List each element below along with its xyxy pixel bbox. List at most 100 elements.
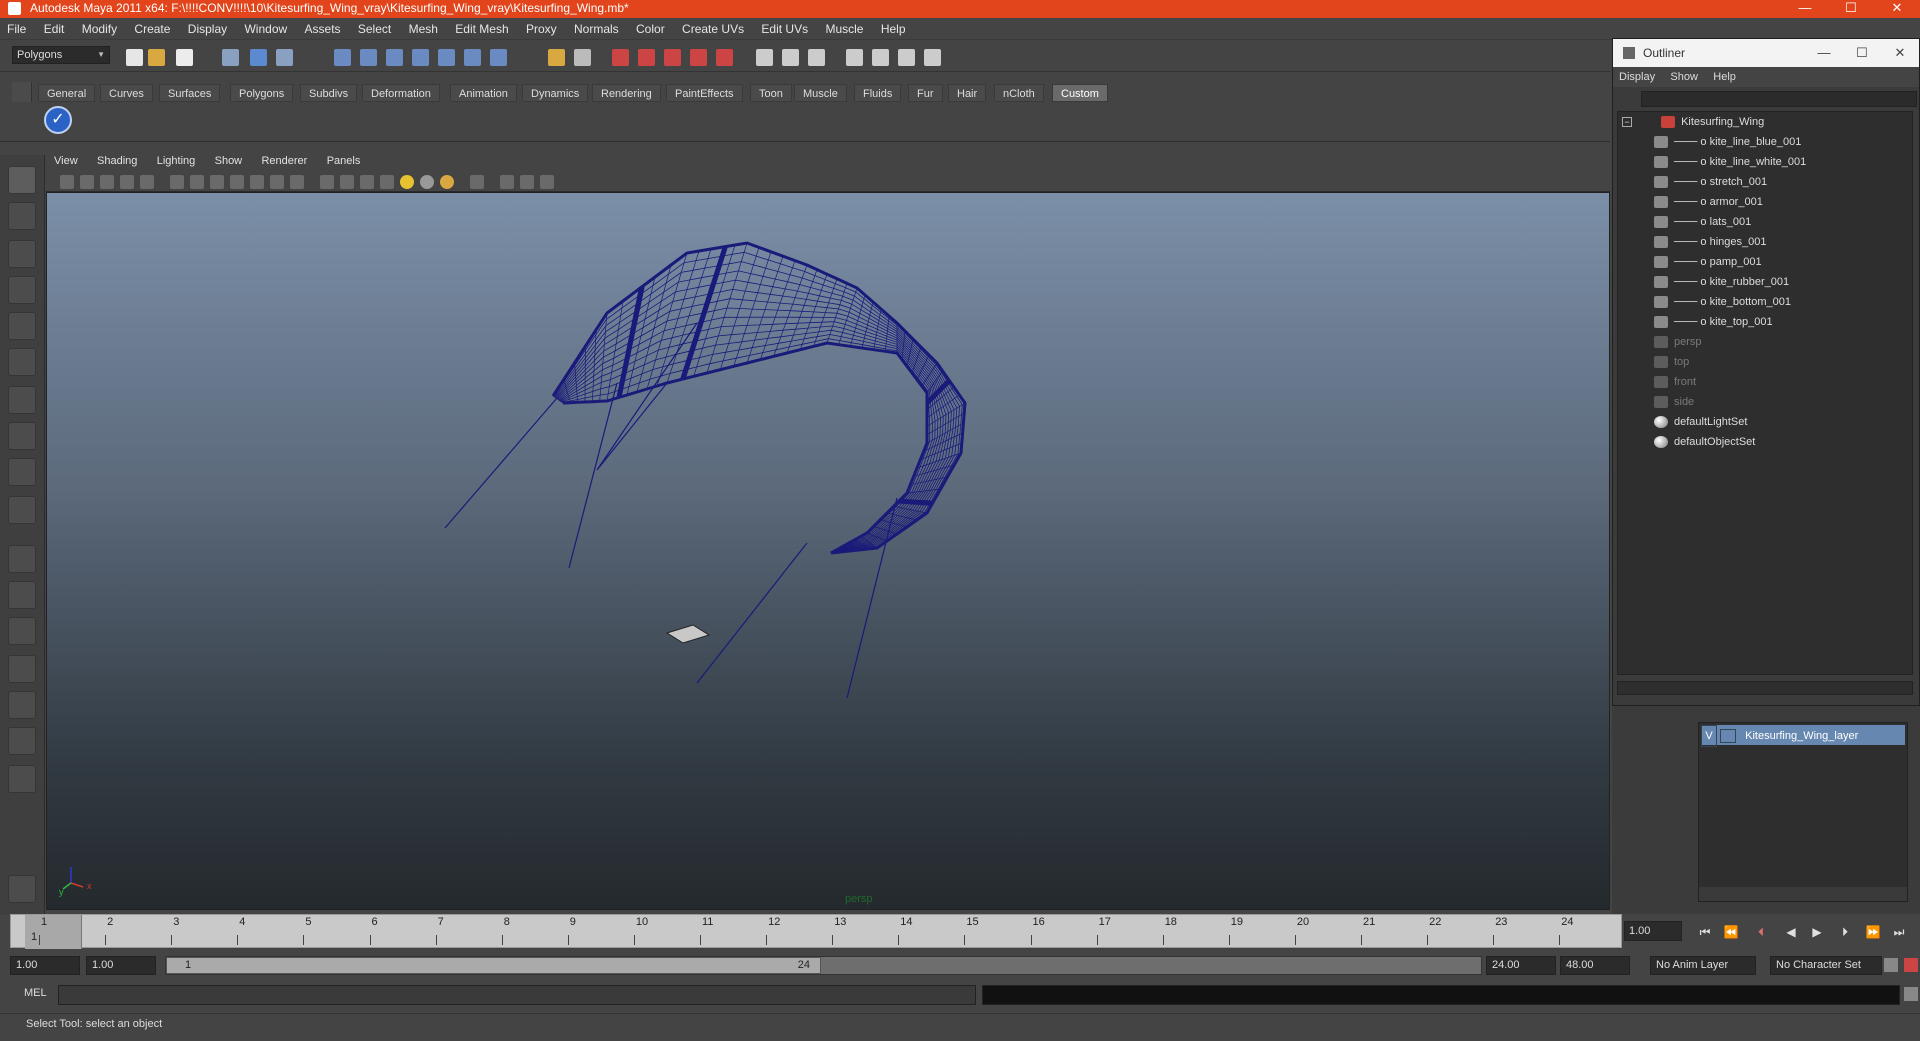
mel-label[interactable]: MEL — [24, 987, 47, 999]
menu-color[interactable]: Color — [629, 18, 672, 40]
tab-surfaces[interactable]: Surfaces — [159, 84, 221, 102]
wireframe-on-shaded-icon[interactable] — [360, 175, 374, 189]
play-backward-icon[interactable]: ◀ — [1782, 924, 1800, 940]
tree-item-set[interactable]: defaultObjectSet — [1654, 432, 1755, 452]
attribute-editor-icon[interactable] — [756, 49, 773, 66]
input-output-icon[interactable] — [574, 49, 591, 66]
two-d-pan-icon[interactable] — [140, 175, 154, 189]
wireframe-icon[interactable] — [320, 175, 334, 189]
snap-point-icon[interactable] — [386, 49, 403, 66]
outliner-minimize-button[interactable]: — — [1805, 39, 1843, 67]
film-gate-icon[interactable] — [190, 175, 204, 189]
tab-deformation[interactable]: Deformation — [362, 84, 440, 102]
tree-item-child[interactable]: ─── o kite_bottom_001 — [1654, 292, 1791, 312]
tab-curves[interactable]: Curves — [100, 84, 153, 102]
collapse-icon[interactable]: − — [1622, 117, 1632, 128]
render-view-icon[interactable] — [716, 49, 733, 66]
tab-fluids[interactable]: Fluids — [854, 84, 902, 102]
script-editor-icon[interactable] — [1904, 987, 1918, 1001]
hypershade-icon[interactable] — [690, 49, 707, 66]
menu-assets[interactable]: Assets — [298, 18, 348, 40]
menu-select[interactable]: Select — [351, 18, 398, 40]
scale-tool-icon[interactable] — [8, 348, 36, 376]
select-object-icon[interactable] — [250, 49, 267, 66]
snap-curve-icon[interactable] — [360, 49, 377, 66]
tab-muscle[interactable]: Muscle — [794, 84, 847, 102]
tree-item-child[interactable]: ─── o pamp_001 — [1654, 252, 1762, 272]
tree-item-camera[interactable]: persp — [1654, 332, 1702, 352]
tab-rendering[interactable]: Rendering — [592, 84, 661, 102]
quick-layout-icon[interactable] — [8, 875, 36, 903]
snap-grid-icon[interactable] — [334, 49, 351, 66]
tab-general[interactable]: General — [38, 84, 96, 102]
tree-item-root[interactable]: − Kitesurfing_Wing — [1622, 112, 1764, 132]
layer-type-toggle[interactable] — [1720, 729, 1737, 744]
minimize-button[interactable]: — — [1782, 0, 1828, 18]
render-frame-icon[interactable] — [612, 49, 629, 66]
manipulator-tool-icon[interactable] — [8, 386, 36, 414]
layer-scrollbar[interactable] — [1699, 887, 1907, 901]
outliner-menu-help[interactable]: Help — [1707, 67, 1742, 87]
outliner-close-button[interactable]: ✕ — [1881, 39, 1919, 67]
channel-box-icon[interactable] — [808, 49, 825, 66]
menu-help[interactable]: Help — [874, 18, 913, 40]
layout-custom-icon[interactable] — [8, 765, 36, 793]
select-camera-icon[interactable] — [60, 175, 74, 189]
tab-dynamics[interactable]: Dynamics — [522, 84, 589, 102]
outliner-horizontal-scrollbar[interactable] — [1617, 681, 1913, 695]
safe-title-icon[interactable] — [290, 175, 304, 189]
menu-edit-mesh[interactable]: Edit Mesh — [448, 18, 515, 40]
vp-menu-lighting[interactable]: Lighting — [149, 151, 204, 171]
layout-single-pane-icon[interactable] — [8, 545, 36, 573]
high-quality-icon[interactable] — [440, 175, 454, 189]
render-settings-icon[interactable] — [664, 49, 681, 66]
open-scene-icon[interactable] — [148, 49, 165, 66]
tree-item-camera[interactable]: side — [1654, 392, 1694, 412]
menu-create[interactable]: Create — [127, 18, 177, 40]
tab-subdivs[interactable]: Subdivs — [300, 84, 358, 102]
menu-window[interactable]: Window — [237, 18, 294, 40]
tab-fur[interactable]: Fur — [908, 84, 943, 102]
outliner-menu-show[interactable]: Show — [1664, 67, 1704, 87]
tab-painteffects[interactable]: PaintEffects — [666, 84, 743, 102]
save-scene-icon[interactable] — [176, 49, 193, 66]
character-set-select[interactable]: No Character Set — [1770, 956, 1882, 975]
layout-hypershade-pane-icon[interactable] — [8, 691, 36, 719]
select-component-icon[interactable] — [276, 49, 293, 66]
layout-graph-pane-icon[interactable] — [8, 655, 36, 683]
tree-item-child[interactable]: ─── o stretch_001 — [1654, 172, 1767, 192]
new-scene-icon[interactable] — [126, 49, 143, 66]
tree-item-child[interactable]: ─── o lats_001 — [1654, 212, 1751, 232]
outliner-maximize-button[interactable]: ☐ — [1843, 39, 1881, 67]
outliner-menu-display[interactable]: Display — [1613, 67, 1661, 87]
tree-item-child[interactable]: ─── o kite_rubber_001 — [1654, 272, 1789, 292]
tab-hair[interactable]: Hair — [948, 84, 987, 102]
tab-toon[interactable]: Toon — [750, 84, 792, 102]
perspective-viewport[interactable]: x y persp — [46, 192, 1610, 910]
animation-end-field[interactable]: 48.00 — [1560, 956, 1630, 975]
vp-menu-panels[interactable]: Panels — [319, 151, 369, 171]
image-plane-icon[interactable] — [120, 175, 134, 189]
menu-display[interactable]: Display — [181, 18, 234, 40]
playback-start-field[interactable]: 1.00 — [86, 956, 156, 975]
layout-four-icon[interactable] — [872, 49, 889, 66]
tree-item-child[interactable]: ─── o kite_top_001 — [1654, 312, 1773, 332]
field-chart-icon[interactable] — [250, 175, 264, 189]
tree-item-child[interactable]: ─── o kite_line_white_001 — [1654, 152, 1806, 172]
menu-edit-uvs[interactable]: Edit UVs — [754, 18, 815, 40]
grid-icon[interactable] — [170, 175, 184, 189]
step-forward-key-icon[interactable]: ⏩ — [1864, 924, 1882, 940]
menu-normals[interactable]: Normals — [567, 18, 626, 40]
tab-animation[interactable]: Animation — [450, 84, 517, 102]
layout-single-icon[interactable] — [846, 49, 863, 66]
menu-file[interactable]: File — [0, 18, 33, 40]
tab-ncloth[interactable]: nCloth — [994, 84, 1044, 102]
time-slider[interactable]: 1 2 3 4 5 6 7 8 9 10 11 12 13 14 15 16 17 18 19 20 21 22 23 24 … — [10, 914, 1622, 949]
go-to-start-icon[interactable]: ⏮ — [1696, 924, 1714, 940]
checkmark-icon[interactable]: ✓ — [44, 106, 72, 134]
shadows-icon[interactable] — [420, 175, 434, 189]
tab-polygons[interactable]: Polygons — [230, 84, 294, 102]
show-manipulator-icon[interactable] — [8, 458, 36, 486]
x-ray-icon[interactable] — [500, 175, 514, 189]
layout-uv-pane-icon[interactable] — [8, 727, 36, 755]
